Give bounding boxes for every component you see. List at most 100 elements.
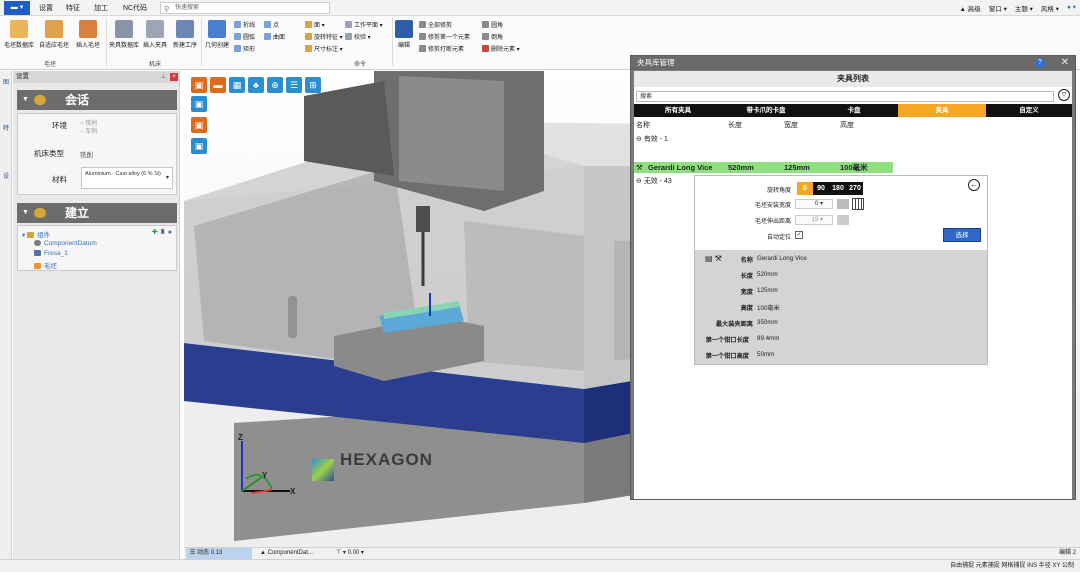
component-readout[interactable]: ▲ ComponentDat... xyxy=(260,548,313,559)
fixture-database-button[interactable]: 夹具数据库 xyxy=(107,20,141,49)
session-section-header[interactable]: ▼ 会话 xyxy=(17,90,177,110)
chamfer-icon xyxy=(482,33,489,40)
back-arrow-icon[interactable]: ← xyxy=(968,179,980,191)
stock-database-button[interactable]: 毛坯数据库 xyxy=(2,20,36,49)
fixture-search-input[interactable]: 搜索 xyxy=(636,91,1054,102)
angle-90-button[interactable]: 90 xyxy=(813,182,829,195)
tab-nc-code[interactable]: NC代码 xyxy=(118,2,152,15)
stock-overhang-spinner[interactable]: 19 ▾ xyxy=(795,215,833,225)
group-valid[interactable]: ⊖ 有效 - 1 xyxy=(636,134,668,144)
tree-item-stock[interactable]: 毛坯 xyxy=(34,260,57,270)
tab-chuck-with-jaws[interactable]: 带卡爪的卡盘 xyxy=(722,104,810,117)
surface-button[interactable]: 曲面 xyxy=(264,32,285,41)
tree-icon[interactable]: ♣ xyxy=(248,77,264,93)
insert-fixture-icon xyxy=(146,20,164,38)
list-icon[interactable]: ☰ xyxy=(286,77,302,93)
angle-0-button[interactable]: 0 xyxy=(797,182,813,195)
stock-mount-spinner[interactable]: 0 ▾ xyxy=(795,199,833,209)
strip-tab-settings[interactable]: 设 xyxy=(1,171,11,180)
environment-option-turning[interactable]: ○ 车削 xyxy=(80,126,97,135)
calculator-icon[interactable] xyxy=(852,198,864,210)
help-icon[interactable]: ● ▾ xyxy=(1067,3,1076,13)
close-icon[interactable]: × xyxy=(170,73,178,81)
chamfer-button[interactable]: 倒角 xyxy=(482,32,503,41)
add-icon[interactable]: ✚ xyxy=(152,229,158,236)
view-cube-icon[interactable]: ▣ xyxy=(191,77,207,93)
column-name[interactable]: 名称 xyxy=(636,120,650,130)
trim-break-button[interactable]: 修剪打断元素 xyxy=(419,44,464,53)
window-menu[interactable]: 窗口 ▾ xyxy=(989,3,1007,13)
geometry-create-button[interactable]: 几何创建 xyxy=(200,20,234,49)
column-width[interactable]: 宽度 xyxy=(784,120,798,130)
tab-fixtures[interactable]: 夹具 xyxy=(898,104,986,117)
angle-270-button[interactable]: 270 xyxy=(847,182,863,195)
strip-tab-graphics[interactable]: 图 xyxy=(1,77,11,86)
fillet-button[interactable]: 圆角 xyxy=(482,20,503,29)
fixture-row-selected[interactable]: ⚒ Gerardi Long Vice 520mm 125mm 100毫米 xyxy=(634,162,893,173)
select-button[interactable]: 选择 xyxy=(943,228,981,242)
tab-settings[interactable]: 设置 xyxy=(34,2,58,15)
size-annotate-button[interactable]: 尺寸标注 ▾ xyxy=(305,44,343,53)
auto-position-checkbox[interactable]: ✓ xyxy=(795,231,803,239)
tab-all-fixtures[interactable]: 所有夹具 xyxy=(634,104,722,117)
workplane-button[interactable]: 工作平面 ▾ xyxy=(345,20,383,29)
dynamic-readout[interactable]: ☰ 动态 0.13 xyxy=(186,548,252,559)
angle-readout[interactable]: ⊤ ▾ 0.00 ▾ xyxy=(336,548,364,559)
measure-icon[interactable]: ▬ xyxy=(210,77,226,93)
view-iso-icon[interactable]: ▣ xyxy=(191,117,207,133)
insert-stock-button[interactable]: 插入毛坯 xyxy=(71,20,105,49)
advanced-toggle[interactable]: ▲ 高级 xyxy=(960,3,981,13)
build-section-header[interactable]: ▼ 建立 xyxy=(17,203,177,223)
auto-stock-button[interactable]: 自适应毛坯 xyxy=(37,20,71,49)
file-menu-button[interactable]: ▬ ▾ xyxy=(4,1,30,15)
tab-features[interactable]: 特征 xyxy=(62,2,84,15)
polyline-button[interactable]: 折线 xyxy=(234,20,255,29)
check-button[interactable]: 校验 ▾ xyxy=(345,32,371,41)
tree-root-components[interactable]: ▾ 组件 xyxy=(22,229,50,239)
edit-button[interactable]: 编辑 xyxy=(391,20,417,49)
rect-button[interactable]: 矩形 xyxy=(234,44,255,53)
info-icon[interactable]: ● xyxy=(168,229,172,236)
point-button[interactable]: 点 xyxy=(264,20,279,29)
tab-chuck[interactable]: 卡盘 xyxy=(810,104,898,117)
stock-mount-value: 0 xyxy=(814,201,819,207)
tab-custom[interactable]: 自定义 xyxy=(986,104,1072,117)
unit-toggle-icon[interactable] xyxy=(837,215,849,225)
snap-status: 自由捕捉 元素捕捉 网格捕捉 INS 半径 XY 公制 xyxy=(950,563,1074,569)
circle-button[interactable]: 圆弧 xyxy=(234,32,255,41)
section-icon[interactable]: ▦ xyxy=(229,77,245,93)
view-side-icon[interactable]: ▣ xyxy=(191,138,207,154)
tool-icon[interactable]: ♜ xyxy=(160,229,166,236)
view-front-icon[interactable]: ▣ xyxy=(191,96,207,112)
settings-grid-icon[interactable]: ⊞ xyxy=(305,77,321,93)
theme-menu[interactable]: 主题 ▾ xyxy=(1015,3,1033,13)
group-invalid[interactable]: ⊖ 无效 - 43 xyxy=(636,176,672,186)
delete-element-button[interactable]: 删除元素 ▾ xyxy=(482,44,520,53)
material-dropdown[interactable]: Aluminium - Cast alloy (6 % Si) ▾ xyxy=(81,167,173,189)
angle-180-button[interactable]: 180 xyxy=(830,182,846,195)
pin-icon[interactable]: ⊥ xyxy=(160,71,166,83)
face-button[interactable]: 面 ▾ xyxy=(305,20,325,29)
new-workpiece-button[interactable]: 新建工序 xyxy=(168,20,202,49)
filter-icon[interactable]: ▽ xyxy=(1058,89,1070,101)
trim-all-button[interactable]: 全部修剪 xyxy=(419,20,452,29)
search-placeholder: 快速搜索 xyxy=(175,5,200,11)
dialog-title: 夹具库管理 xyxy=(637,58,675,67)
zoom-icon[interactable]: ⊕ xyxy=(267,77,283,93)
settings-panel-title: 设置 xyxy=(16,73,29,80)
tree-item-component-datum[interactable]: ComponentDatum xyxy=(34,240,97,247)
quick-search-input[interactable]: ⚲ 快速搜索 xyxy=(160,2,330,14)
fixture-database-icon xyxy=(115,20,133,38)
strip-tab-features[interactable]: 特 xyxy=(1,123,11,132)
tree-item-fresa[interactable]: Fresa_1 xyxy=(34,250,68,257)
column-height[interactable]: 高度 xyxy=(840,120,854,130)
close-icon[interactable]: ✕ xyxy=(1061,56,1069,70)
tab-machining[interactable]: 加工 xyxy=(90,2,112,15)
column-length[interactable]: 长度 xyxy=(728,120,742,130)
insert-fixture-button[interactable]: 插入夹具 xyxy=(138,20,172,49)
trim-first-button[interactable]: 修剪第一个元素 xyxy=(419,32,470,41)
unit-toggle-icon[interactable] xyxy=(837,199,849,209)
help-icon[interactable]: ? xyxy=(1035,58,1045,68)
rotate-feature-button[interactable]: 旋转特征 ▾ xyxy=(305,32,343,41)
style-menu[interactable]: 风格 ▾ xyxy=(1041,3,1059,13)
